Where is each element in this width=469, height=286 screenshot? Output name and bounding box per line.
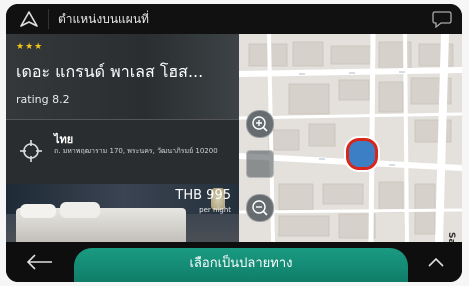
device-frame: ตำแหน่งบนแผนที่ ★★★ เดอะ แกรนด์ พาเลส โฮ… <box>0 0 469 286</box>
navigation-arrow-icon[interactable] <box>20 11 38 27</box>
crosshair-icon <box>20 140 42 162</box>
page-title: ตำแหน่งบนแผนที่ <box>58 12 149 26</box>
hotel-name: เดอะ แกรนด์ พาเลส โฮส... <box>16 62 204 81</box>
price: THB 995 <box>175 188 231 203</box>
divider <box>48 9 49 29</box>
select-destination-button[interactable]: เลือกเป็นปลายทาง <box>74 248 408 282</box>
zoom-in-icon <box>247 111 273 137</box>
chat-bubble-icon[interactable] <box>432 10 452 29</box>
price-unit: per night <box>199 206 231 214</box>
chevron-up-icon[interactable] <box>426 254 446 270</box>
map-view[interactable]: Sam <box>239 34 462 242</box>
hotel-photo: THB 995 per night <box>6 184 239 242</box>
hotel-header[interactable]: ★★★ เดอะ แกรนด์ พาเลส โฮส... rating 8.2 <box>6 34 239 119</box>
zoom-out-icon <box>247 195 273 221</box>
address-row[interactable]: ไทย ถ. มหาพฤฒาราม 170, พระนคร, วัฒนาภิรม… <box>6 120 239 184</box>
address-text: ถ. มหาพฤฒาราม 170, พระนคร, วัฒนาภิรมย์ 1… <box>54 147 218 155</box>
location-pin[interactable] <box>346 138 378 170</box>
rating-text: rating 8.2 <box>16 93 70 106</box>
country-label: ไทย <box>54 133 74 146</box>
top-bar: ตำแหน่งบนแผนที่ <box>6 4 462 34</box>
star-rating: ★★★ <box>16 42 44 52</box>
place-details-panel: ★★★ เดอะ แกรนด์ พาเลส โฮส... rating 8.2 … <box>6 34 239 242</box>
photo-pillow <box>20 204 56 218</box>
screen: ตำแหน่งบนแผนที่ ★★★ เดอะ แกรนด์ พาเลส โฮ… <box>6 4 462 282</box>
zoom-out-button[interactable] <box>246 194 274 222</box>
zoom-in-button[interactable] <box>246 110 274 138</box>
bottom-bar: เลือกเป็นปลายทาง <box>6 242 462 282</box>
photo-pillow <box>60 202 100 218</box>
map-tilt-button[interactable] <box>246 150 274 178</box>
back-arrow-icon[interactable] <box>24 252 54 272</box>
